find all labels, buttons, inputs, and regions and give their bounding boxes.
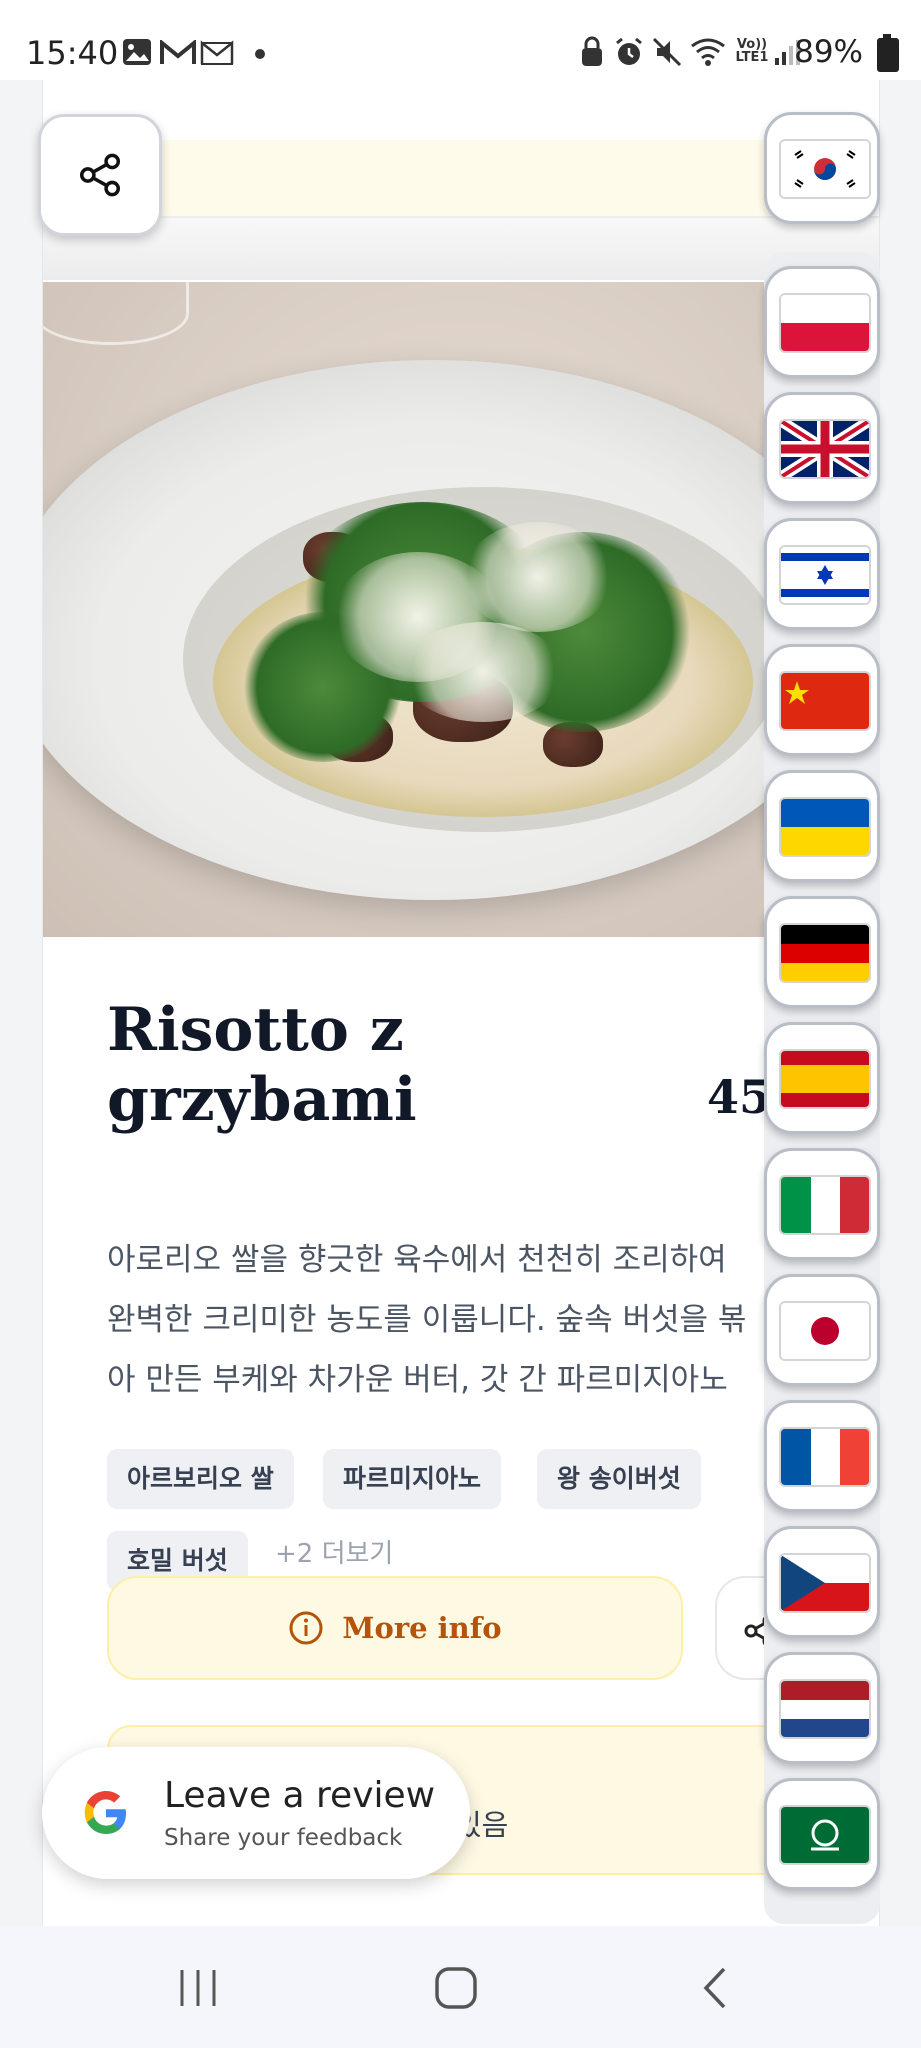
language-button-uk[interactable]: [764, 770, 880, 882]
more-info-button[interactable]: More info: [107, 1576, 683, 1680]
description-line: 아 만든 부케와 차가운 버터, 갓 간 파르미지아노: [107, 1362, 728, 1398]
gallery-icon: [123, 39, 151, 65]
back-icon[interactable]: [698, 1966, 732, 2010]
ingredient-tag: 아르보리오 쌀: [107, 1449, 294, 1509]
language-button-en[interactable]: [764, 392, 880, 504]
flag-spain-icon: [779, 1049, 871, 1109]
ingredient-tag: 파르미지아노: [323, 1449, 502, 1509]
volte-icon: Vo)) LTE1: [735, 37, 769, 65]
home-icon[interactable]: [434, 1966, 478, 2010]
menu-content: Risotto z grzybami 45 zł 아로리오 쌀을 향긋한 육수에…: [42, 60, 880, 1940]
language-selector: [764, 112, 882, 1924]
language-button-es[interactable]: [764, 1022, 880, 1134]
flag-israel-icon: [779, 545, 871, 605]
flag-netherlands-icon: [779, 1679, 871, 1739]
wine-glass-decor: [43, 282, 189, 345]
more-info-label: More info: [342, 1611, 502, 1645]
language-button-zh[interactable]: [764, 644, 880, 756]
leave-review-widget[interactable]: Leave a review Share your feedback: [42, 1747, 470, 1879]
gmail-icon: [160, 40, 196, 64]
language-button-cs[interactable]: [764, 1526, 880, 1638]
language-button-nl[interactable]: [764, 1652, 880, 1764]
dish-title: Risotto z grzybami: [107, 995, 417, 1135]
language-button-fr[interactable]: [764, 1400, 880, 1512]
language-button-it[interactable]: [764, 1148, 880, 1260]
flag-ukraine-icon: [779, 797, 871, 857]
flag-france-icon: [779, 1427, 871, 1487]
review-subtitle: Share your feedback: [164, 1825, 403, 1851]
flag-japan-icon: [779, 1301, 871, 1361]
flag-poland-icon: [779, 293, 871, 353]
dot-icon: [255, 49, 265, 59]
flag-germany-icon: [779, 923, 871, 983]
parmesan-decor: [403, 622, 563, 722]
flag-china-icon: [779, 671, 871, 731]
dish-description: 아로리오 쌀을 향긋한 육수에서 천천히 조리하여 완벽한 크리미한 농도를 이…: [107, 1230, 827, 1410]
flag-korea-icon: [779, 139, 871, 199]
language-button-ja[interactable]: [764, 1274, 880, 1386]
flag-saudi-icon: [779, 1805, 871, 1865]
google-logo-icon: [84, 1791, 126, 1834]
mute-icon: [652, 37, 682, 67]
language-button-de[interactable]: [764, 896, 880, 1008]
language-button-ar[interactable]: [764, 1778, 880, 1890]
parmesan-decor: [463, 522, 613, 632]
status-bar: 15:40 Vo)) LTE1 89%: [0, 0, 921, 80]
flag-czech-icon: [779, 1553, 871, 1613]
language-button-ko[interactable]: [764, 112, 880, 224]
alarm-icon: [616, 37, 642, 65]
review-title: Leave a review: [164, 1775, 436, 1816]
battery-icon: [877, 34, 899, 72]
navigation-bar: [0, 1926, 921, 2048]
battery-percent: 89%: [794, 34, 863, 70]
previous-card-banner: [103, 140, 821, 228]
flag-italy-icon: [779, 1175, 871, 1235]
language-button-pl[interactable]: [764, 266, 880, 378]
recents-icon[interactable]: [176, 1966, 220, 2010]
wifi-icon: [691, 38, 725, 66]
status-time: 15:40: [26, 34, 119, 72]
gmail-outline-icon: [200, 40, 234, 65]
more-tags-link[interactable]: +2 더보기: [275, 1533, 393, 1570]
description-line: 아로리오 쌀을 향긋한 육수에서 천천히 조리하여: [107, 1242, 727, 1278]
card-separator: [43, 216, 879, 280]
info-icon: [289, 1611, 323, 1645]
flag-uk-icon: [779, 419, 871, 479]
dish-photo: [43, 282, 879, 937]
share-page-button[interactable]: [38, 114, 162, 236]
lock-icon: [582, 36, 602, 66]
share-icon: [79, 153, 121, 197]
description-line: 완벽한 크리미한 농도를 이룹니다. 숲속 버섯을 볶: [107, 1302, 747, 1338]
language-button-he[interactable]: [764, 518, 880, 630]
ingredient-tag: 왕 송이버섯: [537, 1449, 701, 1509]
